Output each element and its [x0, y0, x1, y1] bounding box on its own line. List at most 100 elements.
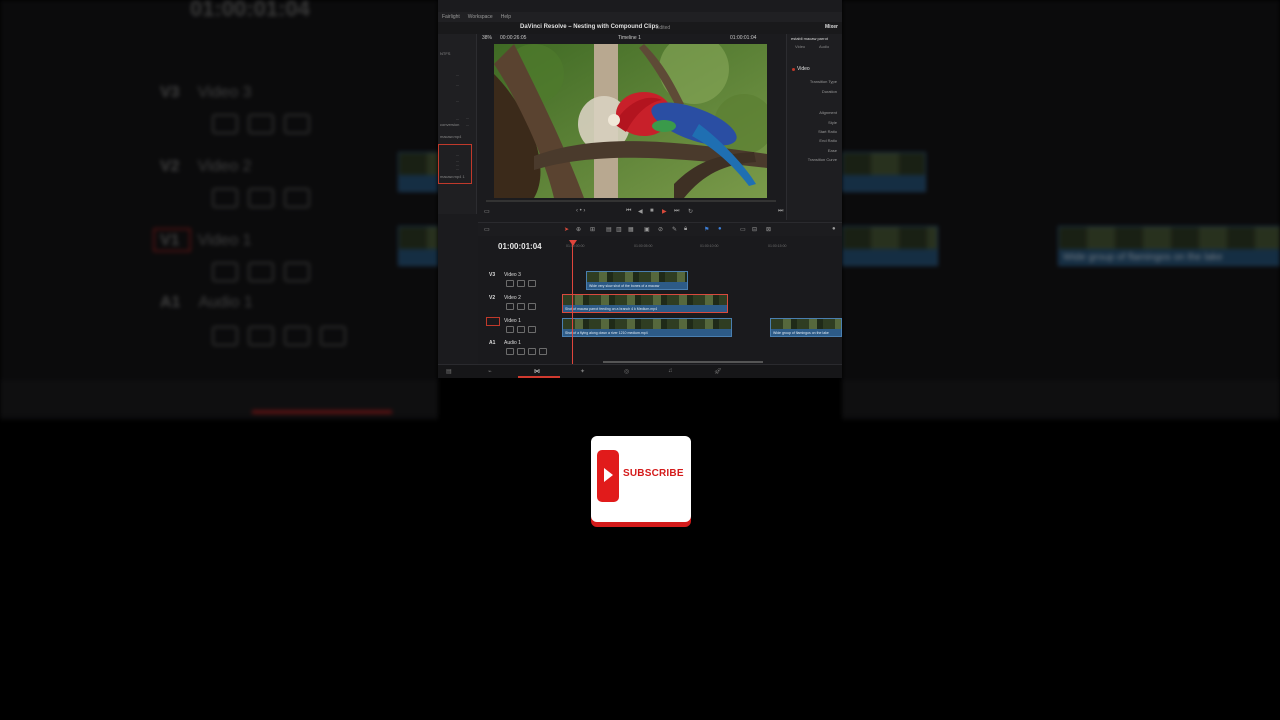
auto-select-icon[interactable]: [517, 280, 525, 287]
marker-icon[interactable]: ●: [718, 226, 722, 232]
enable-track-icon[interactable]: [528, 280, 536, 287]
media-pool-item[interactable]: ...: [456, 82, 459, 87]
zoom-detail-icon[interactable]: ⊟: [752, 226, 757, 233]
lock-icon[interactable]: [506, 280, 514, 287]
timeline-panel: 01:00:01:04 01:00:00:00 01:00:05:00 01:0…: [478, 236, 842, 364]
zoom-custom-icon[interactable]: ⊠: [766, 226, 771, 233]
menu-bar: Fairlight Workspace Help: [438, 12, 842, 22]
snapping-icon[interactable]: ▣: [644, 226, 650, 233]
background-track-a1: A1 Audio 1: [160, 294, 253, 311]
inspector-row[interactable]: Duration: [822, 89, 837, 94]
background-left-blur: 01:00:01:04 V3 Video 3 V2 Video 2 V1 Video …: [0, 0, 438, 420]
link-icon[interactable]: ⊘: [658, 226, 663, 233]
timeline-clip-v2[interactable]: Shot of macaw parrot feeding on a branch…: [562, 294, 728, 313]
play-reverse-icon[interactable]: ◀: [638, 208, 643, 215]
destination-select[interactable]: [486, 317, 500, 326]
timeline-clip-v1-river[interactable]: Shot of a flying along down a river 1210…: [562, 318, 732, 337]
background-track-v1: V1 Video 1: [160, 232, 252, 249]
selection-tool-icon[interactable]: ➤: [564, 226, 569, 233]
track-name[interactable]: Video 2: [504, 295, 521, 301]
background-clip: [398, 226, 438, 266]
timeline-clip-v1-flamingos[interactable]: Wide group of flamingos on the lake: [770, 318, 842, 337]
layout-icon[interactable]: ▭: [484, 226, 490, 233]
solo-icon[interactable]: [528, 348, 536, 355]
timeline-scrollbar[interactable]: [603, 361, 763, 363]
lock-icon[interactable]: 🔒︎: [684, 226, 687, 233]
insert-clip-icon[interactable]: ▤: [606, 226, 612, 233]
trim-tool-icon[interactable]: ⊕: [576, 226, 581, 233]
inspector-panel: establi macaw parrot Video Audio Video T…: [786, 34, 842, 220]
active-page-indicator: [518, 376, 560, 378]
auto-select-icon[interactable]: [517, 303, 525, 310]
fusion-page-icon[interactable]: ✦: [580, 368, 585, 375]
ruler-tick: 01:00:05:00: [634, 244, 653, 248]
timeline-options-icon[interactable]: ●: [832, 226, 836, 232]
deliver-page-icon[interactable]: 🚀︎: [714, 368, 722, 375]
mute-icon[interactable]: [539, 348, 547, 355]
media-page-icon[interactable]: ▤: [446, 368, 452, 375]
enable-track-icon[interactable]: [528, 326, 536, 333]
stop-icon[interactable]: ■: [650, 208, 654, 214]
video-viewer[interactable]: [494, 44, 767, 198]
track-name[interactable]: Video 1: [504, 318, 521, 324]
inspector-row[interactable]: Ease: [828, 148, 837, 153]
inspector-row[interactable]: Alignment: [819, 110, 837, 115]
edit-page-icon[interactable]: ⋈: [534, 368, 540, 375]
magnet-icon[interactable]: ✎: [672, 226, 677, 233]
background-active-page-indicator: [252, 410, 392, 414]
track-name[interactable]: Video 3: [504, 272, 521, 278]
replace-clip-icon[interactable]: ▦: [628, 226, 634, 233]
track-name[interactable]: Audio 1: [504, 340, 521, 346]
overwrite-clip-icon[interactable]: ▥: [616, 226, 622, 233]
lock-icon[interactable]: [506, 303, 514, 310]
media-pool-item[interactable]: ...: [456, 116, 459, 121]
inspector-row[interactable]: Transition Curve: [808, 157, 837, 162]
background-track-v3: V3 Video 3: [160, 84, 252, 101]
menu-help[interactable]: Help: [501, 12, 511, 22]
color-page-icon[interactable]: ◎: [624, 368, 629, 375]
timeline-clip-v3[interactable]: Wide very slow shot of the bones of a ma…: [586, 271, 688, 290]
media-pool-item[interactable]: macaw.mp4: [440, 134, 461, 139]
go-to-start-icon[interactable]: ⏮: [626, 208, 631, 215]
lock-icon[interactable]: [506, 326, 514, 333]
track-id: V2: [489, 295, 496, 301]
flag-icon[interactable]: ⚑: [704, 226, 709, 233]
playhead-handle[interactable]: [569, 240, 577, 246]
inspector-tab-video[interactable]: Video: [795, 44, 805, 49]
auto-select-icon[interactable]: [517, 326, 525, 333]
menu-workspace[interactable]: Workspace: [468, 12, 493, 22]
enable-track-icon[interactable]: [528, 303, 536, 310]
play-icon[interactable]: ▶: [662, 208, 667, 215]
fairlight-page-icon[interactable]: ♫: [668, 368, 673, 374]
media-pool-item[interactable]: conversion: [440, 122, 459, 127]
blade-tool-icon[interactable]: ⊞: [590, 226, 595, 233]
viewer-scrubber[interactable]: [486, 200, 776, 202]
playhead[interactable]: [572, 240, 573, 364]
auto-select-icon[interactable]: [517, 348, 525, 355]
inspector-row[interactable]: Style: [828, 120, 837, 125]
zoom-full-icon[interactable]: ▭: [740, 226, 746, 233]
subscribe-button[interactable]: SUBSCRIBE: [591, 436, 691, 522]
background-clip-flamingos: Wide group of flamingos on the lake: [1058, 226, 1280, 266]
jog-wheel-icon[interactable]: ‹ • ›: [576, 208, 585, 214]
media-pool-item[interactable]: ...: [456, 72, 459, 77]
viewer-zoom[interactable]: 38%: [482, 35, 492, 41]
inspector-tab-audio[interactable]: Audio: [819, 44, 829, 49]
inspector-section-title[interactable]: Video: [797, 66, 810, 72]
inspector-row[interactable]: End Ratio: [819, 138, 837, 143]
match-frame-icon[interactable]: ⏭: [778, 208, 783, 215]
lock-icon[interactable]: [506, 348, 514, 355]
go-to-end-icon[interactable]: ⏭: [674, 208, 679, 215]
media-pool-item[interactable]: ...: [466, 122, 469, 127]
viewer-options-icon[interactable]: ▭: [484, 208, 490, 215]
cut-page-icon[interactable]: ⌁: [488, 368, 492, 375]
inspector-row[interactable]: Transition Type: [810, 79, 837, 84]
media-pool-item[interactable]: ...: [466, 115, 469, 120]
timeline-name-selector[interactable]: Timeline 1: [618, 35, 641, 41]
media-pool-item[interactable]: ...: [456, 98, 459, 103]
inspector-row[interactable]: Start Ratio: [818, 129, 837, 134]
menu-fairlight[interactable]: Fairlight: [442, 12, 460, 22]
media-pool-item[interactable]: NTFS: [440, 51, 450, 56]
loop-icon[interactable]: ↻: [688, 208, 693, 215]
mixer-button[interactable]: Mixer: [825, 24, 838, 30]
